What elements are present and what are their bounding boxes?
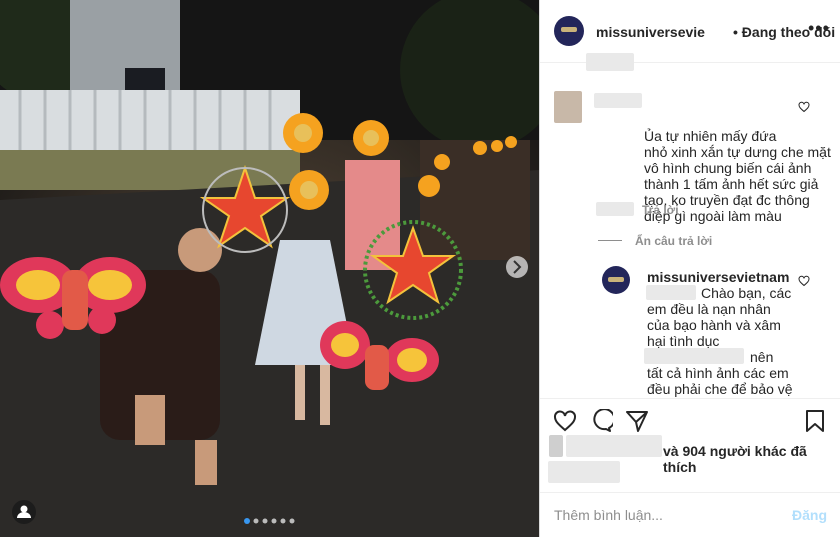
add-comment-bar: Thêm bình luận... Đăng [540, 492, 840, 538]
post-username[interactable]: missuniversevie [596, 24, 705, 40]
post-photo[interactable] [0, 0, 539, 537]
comment-text-line-first: Ủa tự nhiên mấy đứa nhỏ xinh xắn tự dưng… [644, 96, 831, 256]
redacted-text [586, 53, 634, 71]
reply-avatar[interactable] [602, 266, 630, 294]
like-heart-icon[interactable] [553, 409, 577, 433]
like-reply-heart-icon[interactable] [798, 275, 810, 287]
avatar[interactable] [554, 16, 584, 46]
mention-redacted [646, 285, 696, 300]
post-comment-button[interactable]: Đăng [792, 507, 827, 523]
reply-line-7: đều phải che để bảo vệ [647, 381, 793, 397]
replies-line [598, 240, 622, 241]
reply-line-2: em đều là nạn nhân [647, 301, 771, 317]
more-options-icon[interactable]: ••• [808, 18, 830, 39]
save-bookmark-icon[interactable] [804, 409, 826, 433]
post-sidebar: missuniversevie • Đang theo dõi ••• Ủa t… [540, 0, 840, 537]
likes-count[interactable]: và 904 người khác đã thích [663, 443, 840, 475]
commenter-username-redacted[interactable] [594, 93, 642, 108]
photo-illustration [0, 0, 539, 537]
like-comment-heart-icon[interactable] [798, 101, 810, 113]
reply-username[interactable]: missuniversevietnam [647, 269, 789, 285]
comment-time-redacted [596, 202, 634, 216]
reply-line-6: tất cả hình ảnh các em [647, 365, 789, 381]
liker-avatar-redacted [549, 435, 563, 457]
comment-bubble-icon[interactable] [589, 409, 613, 433]
share-send-icon[interactable] [625, 409, 649, 433]
post-date-redacted [548, 461, 620, 483]
reply-redacted [644, 348, 744, 364]
reply-line-5: nên [750, 349, 774, 365]
reply-line-3: của bạo hành và xâm [647, 317, 781, 333]
liker-name-redacted [566, 435, 662, 457]
hide-replies-link[interactable]: Ẩn câu trả lời [635, 234, 712, 248]
reply-link[interactable]: Trả lời [642, 203, 679, 217]
commenter-avatar[interactable] [554, 91, 582, 123]
reply-line-4: hại tình dục [647, 333, 720, 349]
next-photo-icon[interactable] [506, 256, 528, 278]
comment-input[interactable]: Thêm bình luận... [554, 507, 663, 523]
post-header: missuniversevie • Đang theo dõi ••• [540, 0, 840, 63]
reply-line-1: Chào bạn, các [701, 285, 792, 301]
